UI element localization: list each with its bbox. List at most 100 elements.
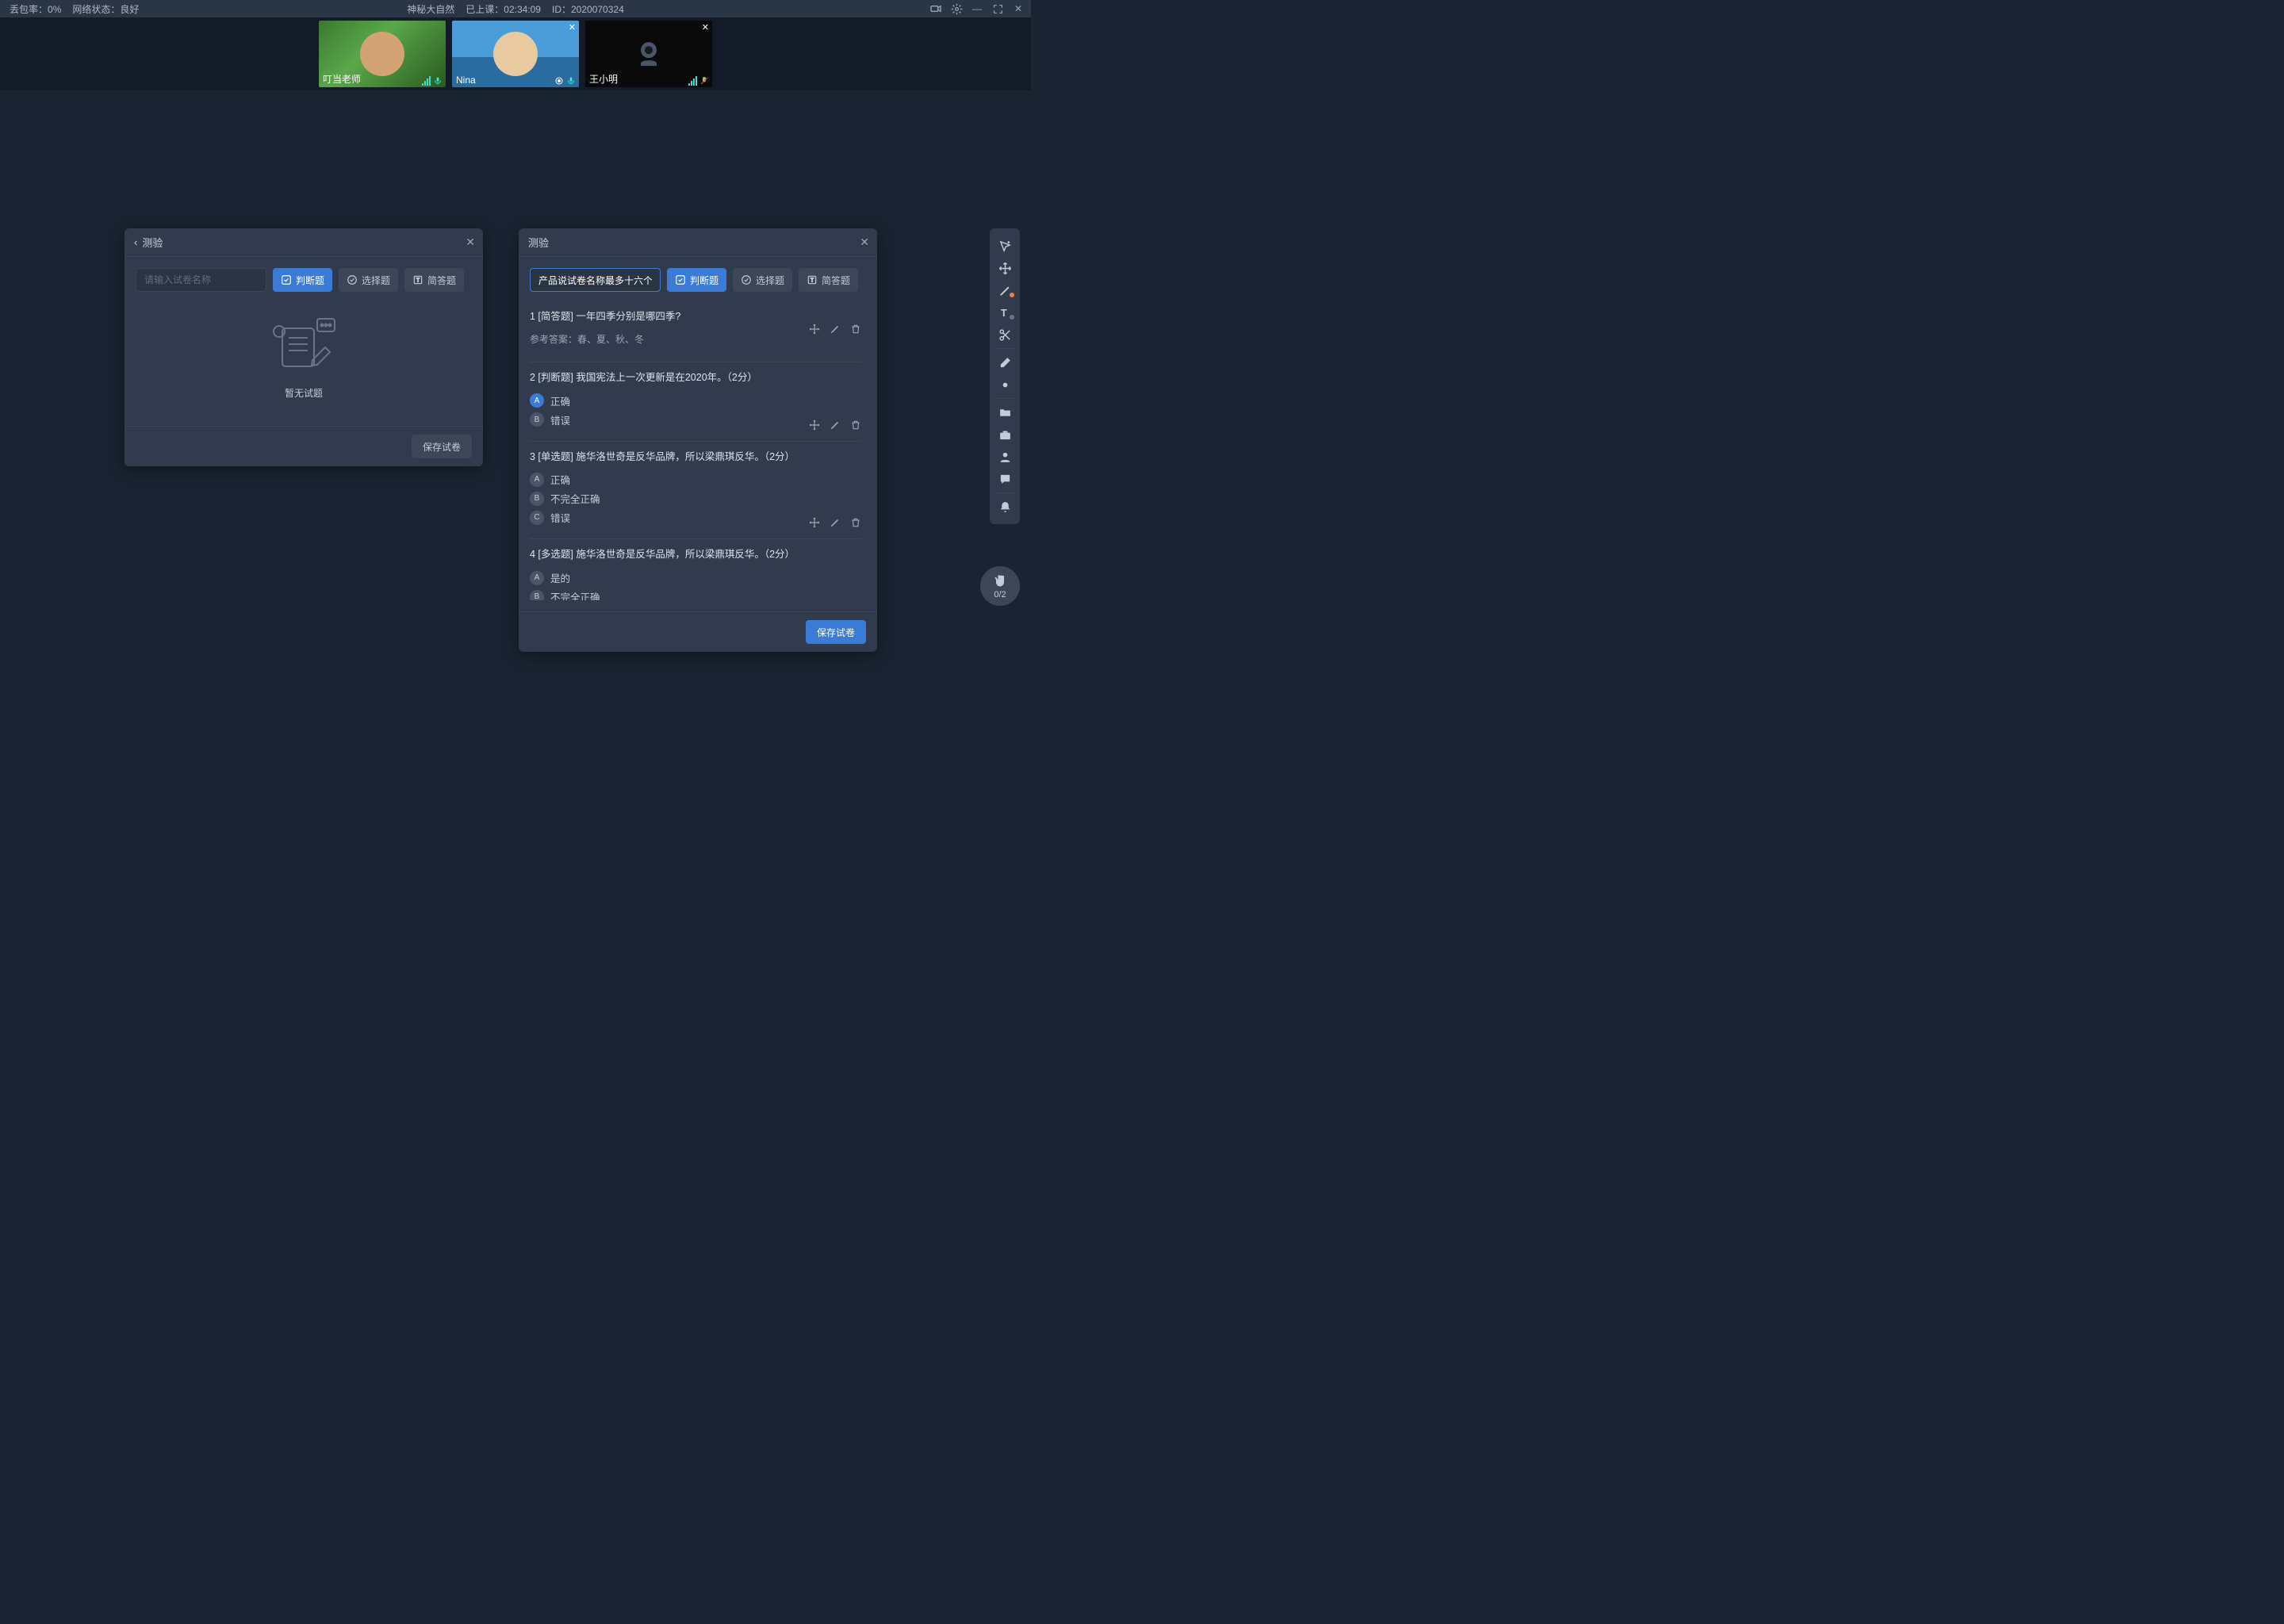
option-label: 是的 [550, 570, 570, 585]
close-icon[interactable]: ✕ [569, 22, 576, 33]
save-paper-button[interactable]: 保存试卷 [412, 435, 472, 458]
avatar [360, 32, 404, 76]
edit-icon[interactable] [830, 324, 841, 337]
paper-name-input[interactable] [136, 268, 266, 292]
close-icon[interactable]: ✕ [860, 236, 869, 249]
delete-icon[interactable] [850, 517, 861, 530]
question-item: 4 [多选题] 施华洛世奇是反华品牌，所以梁鼎琪反华。（2分） A是的 B 不完全正确… [530, 539, 861, 600]
hand-count: 0/2 [994, 590, 1006, 599]
video-row: 叮当老师 ✕ Nina ✕ 王小明 [0, 17, 1031, 90]
panel-title: 测验 [142, 235, 163, 250]
avatar [493, 32, 538, 76]
option-label: 正确 [550, 393, 570, 408]
question-title: 3 [单选题] 施华洛世奇是反华品牌，所以梁鼎琪反华。（2分） [530, 450, 861, 465]
option-badge: B [530, 492, 544, 506]
signal-icon [688, 76, 697, 86]
quiz-panel-right: 测验 ✕ 判断题 选择题 T 简答题 1 [简答题] 一年四季分别是哪四季?参 [519, 228, 877, 652]
participant-name: 叮当老师 [323, 72, 361, 86]
class-id: ID：2020070324 [552, 2, 624, 16]
target-icon [554, 76, 564, 86]
participant-name: 王小明 [589, 72, 618, 86]
question-title: 2 [判断题] 我国宪法上一次更新是在2020年。（2分） [530, 370, 861, 385]
svg-text:T: T [1000, 306, 1006, 318]
fullscreen-icon[interactable] [991, 2, 1004, 15]
question-actions [809, 419, 861, 433]
class-title: 神秘大自然 [407, 2, 454, 16]
edit-icon[interactable] [830, 419, 841, 433]
option-badge: B [530, 590, 544, 601]
move-icon[interactable] [809, 324, 820, 337]
camera-icon[interactable] [929, 2, 942, 15]
chat-icon[interactable] [993, 468, 1017, 490]
delete-icon[interactable] [850, 419, 861, 433]
video-tile[interactable]: 叮当老师 [319, 21, 446, 87]
eraser-icon[interactable] [993, 351, 1017, 373]
question-option[interactable]: A 正确 [530, 472, 861, 487]
delete-icon[interactable] [850, 324, 861, 337]
raise-hand-badge[interactable]: 0/2 [980, 566, 1020, 606]
paper-name-input[interactable] [530, 268, 661, 292]
judge-question-button[interactable]: 判断题 [667, 268, 726, 292]
move-icon[interactable] [809, 517, 820, 530]
laser-icon[interactable] [993, 373, 1017, 396]
question-item: 3 [单选题] 施华洛世奇是反华品牌，所以梁鼎琪反华。（2分） A 正确 B不完全正确… [530, 442, 861, 540]
camera-off-icon [633, 37, 665, 71]
option-label: 不完全正确 [550, 589, 600, 600]
option-label: 正确 [550, 472, 570, 487]
toolbox-icon[interactable] [993, 423, 1017, 446]
right-toolbar: T [990, 228, 1020, 524]
top-bar: 丢包率：0% 网络状态：良好 神秘大自然 已上课：02:34:09 ID：202… [0, 0, 1031, 17]
pen-icon[interactable] [993, 279, 1017, 301]
hand-icon [992, 573, 1008, 588]
question-item: 2 [判断题] 我国宪法上一次更新是在2020年。（2分）A正确B错误 [530, 362, 861, 442]
mic-icon [566, 76, 576, 86]
panel-header: 测验 ✕ [519, 228, 877, 257]
folder-icon[interactable] [993, 401, 1017, 423]
question-actions [809, 324, 861, 337]
elapsed-time: 已上课：02:34:09 [466, 2, 541, 16]
short-question-button[interactable]: T 简答题 [799, 268, 858, 292]
gear-icon[interactable] [950, 2, 963, 15]
judge-question-button[interactable]: 判断题 [273, 268, 332, 292]
question-option[interactable]: B 不完全正确 [530, 589, 861, 600]
question-option[interactable]: A是的 [530, 570, 861, 585]
panel-title: 测验 [528, 235, 549, 250]
mic-icon [433, 76, 443, 86]
question-title: 4 [多选题] 施华洛世奇是反华品牌，所以梁鼎琪反华。（2分） [530, 547, 861, 562]
packet-loss: 丢包率：0% [10, 2, 61, 16]
short-question-button[interactable]: T 简答题 [404, 268, 464, 292]
option-badge: C [530, 511, 544, 525]
close-icon[interactable]: ✕ [702, 22, 709, 33]
edit-icon[interactable] [830, 517, 841, 530]
question-item: 1 [简答题] 一年四季分别是哪四季?参考答案：春、夏、秋、冬 [530, 301, 861, 362]
option-badge: A [530, 393, 544, 408]
option-label: 错误 [550, 510, 570, 525]
video-tile[interactable]: ✕ Nina [452, 21, 579, 87]
question-title: 1 [简答题] 一年四季分别是哪四季? [530, 309, 861, 324]
question-list: 1 [简答题] 一年四季分别是哪四季?参考答案：春、夏、秋、冬 2 [判断题] … [530, 301, 866, 600]
user-icon[interactable] [993, 446, 1017, 468]
scissors-icon[interactable] [993, 324, 1017, 346]
move-icon[interactable] [809, 419, 820, 433]
close-icon[interactable]: ✕ [1012, 2, 1025, 15]
back-icon[interactable]: ‹ [134, 236, 137, 248]
save-paper-button[interactable]: 保存试卷 [806, 620, 866, 644]
question-option[interactable]: A 正确 [530, 393, 861, 408]
mic-muted-icon [699, 76, 709, 86]
question-option[interactable]: B不完全正确 [530, 491, 861, 506]
bell-icon[interactable] [993, 496, 1017, 518]
text-icon[interactable]: T [993, 301, 1017, 324]
video-tile[interactable]: ✕ 王小明 [585, 21, 712, 87]
question-actions [809, 517, 861, 530]
close-icon[interactable]: ✕ [466, 236, 475, 249]
move-icon[interactable] [993, 257, 1017, 279]
choice-question-button[interactable]: 选择题 [339, 268, 398, 292]
cursor-sparkle-icon[interactable] [993, 235, 1017, 257]
network-status: 网络状态：良好 [72, 2, 139, 16]
empty-label: 暂无试题 [285, 386, 323, 400]
option-badge: A [530, 473, 544, 487]
participant-name: Nina [456, 75, 476, 86]
minimize-icon[interactable]: — [971, 2, 983, 15]
panel-header: ‹ 测验 ✕ [125, 228, 483, 257]
choice-question-button[interactable]: 选择题 [733, 268, 792, 292]
